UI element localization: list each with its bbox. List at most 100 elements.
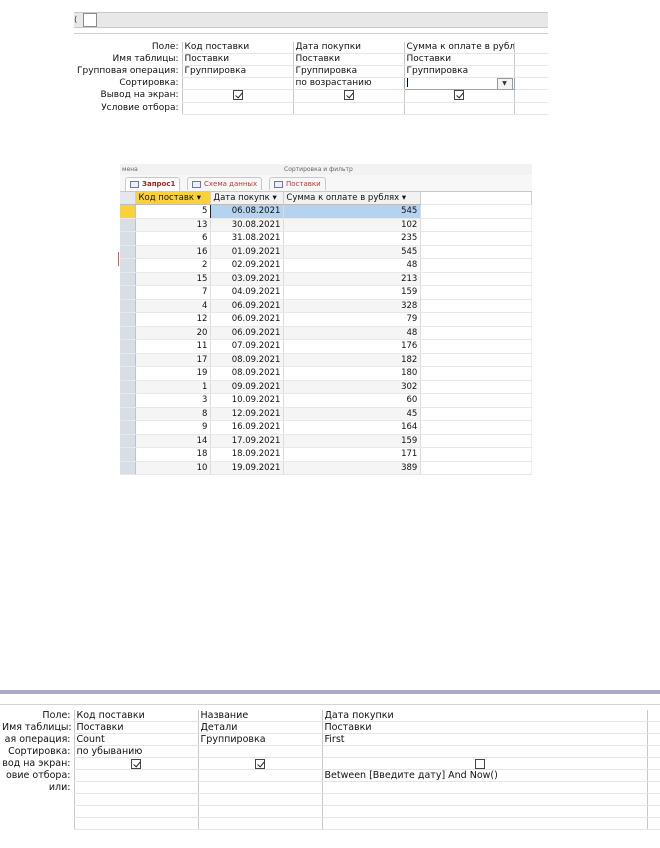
blank-cell-empty[interactable] <box>646 793 660 806</box>
criteria-cell-empty[interactable] <box>646 769 660 782</box>
cell-amount[interactable]: 180 <box>283 366 422 381</box>
tab-query1[interactable]: Запрос1 <box>125 177 181 191</box>
table-row[interactable]: 10 19.09.2021 389 <box>120 461 532 475</box>
show-checkbox[interactable] <box>454 90 464 100</box>
cell-purchase-date[interactable]: 01.09.2021 <box>210 245 285 259</box>
cell-supply-id[interactable]: 19 <box>135 366 212 381</box>
cell-purchase-date[interactable]: 31.08.2021 <box>210 231 285 246</box>
table-row[interactable]: 7 04.09.2021 159 <box>120 285 532 300</box>
criteria-cell[interactable]: Between [Введите дату] And Now() <box>321 769 647 782</box>
row-selector[interactable] <box>120 218 137 232</box>
cell-purchase-date[interactable]: 02.09.2021 <box>210 258 285 273</box>
blank-cell[interactable] <box>197 805 322 818</box>
cell-purchase-date[interactable]: 06.09.2021 <box>210 299 285 313</box>
cell-amount[interactable]: 60 <box>283 393 422 408</box>
cell-supply-id[interactable]: 4 <box>135 299 212 313</box>
cell-supply-id[interactable]: 13 <box>135 218 212 232</box>
blank-cell[interactable] <box>321 817 647 830</box>
cell-purchase-date[interactable]: 10.09.2021 <box>210 393 285 408</box>
cell-supply-id[interactable]: 8 <box>135 407 212 421</box>
cell-amount[interactable]: 235 <box>283 231 422 246</box>
cell-purchase-date[interactable]: 07.09.2021 <box>210 339 285 354</box>
row-selector[interactable] <box>120 272 137 286</box>
blank-cell-empty[interactable] <box>646 817 660 830</box>
show-checkbox[interactable] <box>131 758 141 769</box>
show-cell-empty[interactable] <box>513 89 548 103</box>
field-cell-empty[interactable] <box>646 710 660 722</box>
row-selector[interactable] <box>120 420 137 435</box>
cell-amount[interactable]: 159 <box>283 434 422 448</box>
row-selector[interactable] <box>120 299 137 313</box>
cell-purchase-date[interactable]: 06.09.2021 <box>210 326 285 340</box>
sort-cell-empty[interactable] <box>646 745 660 758</box>
blank-cell[interactable] <box>321 805 647 818</box>
cell-purchase-date[interactable]: 19.09.2021 <box>210 461 285 475</box>
blank-cell[interactable] <box>197 793 322 806</box>
group-cell[interactable]: Группировка <box>181 65 293 78</box>
row-selector[interactable] <box>120 231 137 246</box>
criteria-cell[interactable] <box>403 102 514 115</box>
row-selector[interactable] <box>120 380 137 394</box>
sort-cell[interactable]: по убыванию <box>73 745 198 758</box>
cell-amount[interactable]: 164 <box>283 420 422 435</box>
table-cell[interactable]: Поставки <box>181 53 293 66</box>
cell-supply-id[interactable]: 5 <box>135 204 212 219</box>
cell-purchase-date[interactable]: 17.09.2021 <box>210 434 285 448</box>
group-cell-empty[interactable] <box>513 65 548 78</box>
field-cell[interactable]: Сумма к оплате в рубл <box>403 42 514 54</box>
table-row[interactable]: 15 03.09.2021 213 <box>120 272 532 286</box>
row-selector[interactable] <box>120 447 137 462</box>
row-selector[interactable] <box>120 353 137 367</box>
field-cell[interactable]: Дата покупки <box>321 710 647 722</box>
table-row[interactable]: 4 06.09.2021 328 <box>120 299 532 313</box>
table-row[interactable]: 18 18.09.2021 171 <box>120 447 532 462</box>
blank-cell-empty[interactable] <box>646 805 660 818</box>
table-row[interactable]: 2 02.09.2021 48 <box>120 258 532 273</box>
cell-purchase-date[interactable]: 16.09.2021 <box>210 420 285 435</box>
cell-supply-id[interactable]: 3 <box>135 393 212 408</box>
table-row[interactable]: 1 09.09.2021 302 <box>120 380 532 394</box>
field-cell[interactable]: Название <box>197 710 322 722</box>
table-row[interactable]: 14 17.09.2021 159 <box>120 434 532 448</box>
row-selector[interactable] <box>120 366 137 381</box>
scroll-left-arrow-icon[interactable]: ⟨ <box>74 14 83 25</box>
group-cell-empty[interactable] <box>646 733 660 746</box>
row-selector[interactable] <box>120 461 137 475</box>
top-scrollbar[interactable]: ⟨ <box>74 12 548 28</box>
cell-purchase-date[interactable]: 08.09.2021 <box>210 353 285 367</box>
cell-amount[interactable]: 213 <box>283 272 422 286</box>
blank-cell[interactable] <box>321 793 647 806</box>
chevron-down-icon[interactable]: ▼ <box>496 78 513 89</box>
cell-supply-id[interactable]: 12 <box>135 312 212 327</box>
sort-cell[interactable] <box>321 745 647 758</box>
cell-amount[interactable]: 302 <box>283 380 422 394</box>
row-selector[interactable] <box>120 339 137 354</box>
cell-supply-id[interactable]: 11 <box>135 339 212 354</box>
tab-supplies[interactable]: Поставки <box>269 177 326 190</box>
show-checkbox[interactable] <box>255 758 265 769</box>
table-row[interactable]: 8 12.09.2021 45 <box>120 407 532 421</box>
blank-cell[interactable] <box>197 817 322 830</box>
column-header-purchase-date[interactable]: Дата покупк ▾ <box>210 192 285 205</box>
cell-purchase-date[interactable]: 06.08.2021 <box>210 204 285 219</box>
row-selector[interactable] <box>120 285 137 300</box>
cell-amount[interactable]: 159 <box>283 285 422 300</box>
cell-supply-id[interactable]: 9 <box>135 420 212 435</box>
row-selector[interactable] <box>120 326 137 340</box>
blank-cell[interactable] <box>73 817 198 830</box>
scroll-thumb[interactable] <box>83 13 97 27</box>
cell-supply-id[interactable]: 18 <box>135 447 212 462</box>
row-selector[interactable] <box>120 312 137 327</box>
tab-relationships[interactable]: Схема данных <box>187 177 263 190</box>
field-cell[interactable]: Дата покупки <box>292 42 404 54</box>
table-row[interactable]: 6 31.08.2021 235 <box>120 231 532 246</box>
table-row[interactable]: 12 06.09.2021 79 <box>120 312 532 327</box>
table-row[interactable]: 19 08.09.2021 180 <box>120 366 532 381</box>
column-header-amount[interactable]: Сумма к оплате в рублях ▾ <box>283 192 422 205</box>
criteria-cell[interactable] <box>292 102 404 115</box>
group-cell[interactable]: Count <box>73 733 198 746</box>
table-cell[interactable]: Детали <box>197 721 322 734</box>
cell-purchase-date[interactable]: 04.09.2021 <box>210 285 285 300</box>
or-cell[interactable] <box>197 781 322 794</box>
row-selector[interactable] <box>120 434 137 448</box>
